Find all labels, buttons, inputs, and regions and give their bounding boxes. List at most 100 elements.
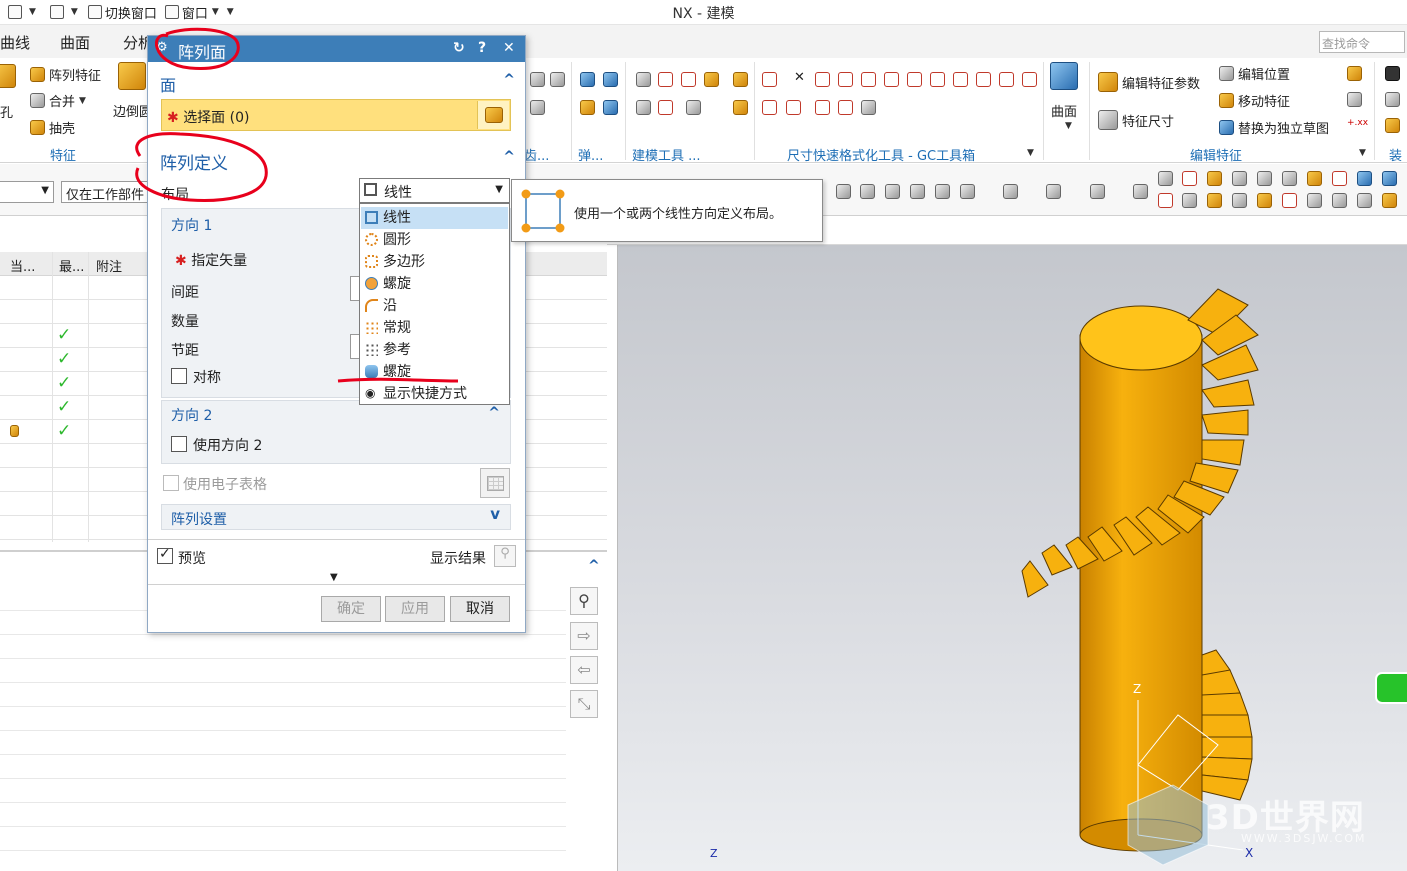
feature-dimension-button[interactable]: 特征尺寸 xyxy=(1098,110,1174,130)
pattern-settings-panel[interactable]: 阵列设置 v xyxy=(161,504,511,530)
shell-button[interactable]: 抽壳 xyxy=(30,118,75,137)
cut-icon[interactable] xyxy=(658,100,673,115)
hole-label[interactable]: 孔 xyxy=(0,102,13,121)
tolerance-icon[interactable] xyxy=(815,72,830,87)
layout-option-spiral[interactable]: 螺旋 xyxy=(361,273,508,295)
diameter-icon[interactable] xyxy=(838,100,853,115)
select-face-button[interactable] xyxy=(477,101,509,129)
arrow-left-icon[interactable]: ⇦ xyxy=(570,656,598,684)
apply-button[interactable]: 应用 xyxy=(385,596,445,622)
spring-icon[interactable] xyxy=(603,100,618,115)
datum-icon[interactable] xyxy=(762,72,777,87)
layout-option-helix[interactable]: 螺旋 xyxy=(361,361,508,383)
collapse-up-icon[interactable]: ^ xyxy=(488,405,500,421)
spreadsheet-icon[interactable] xyxy=(480,468,510,498)
collapse-up-icon[interactable]: ^ xyxy=(588,558,600,574)
chevron-down-icon[interactable]: ▼ xyxy=(495,184,503,195)
list-icon[interactable] xyxy=(580,72,595,87)
dimension-tools-label[interactable]: 尺寸快速格式化工具 - GC工具箱 xyxy=(787,145,975,164)
assembly-icon[interactable] xyxy=(1385,92,1400,107)
direction2-title[interactable]: 方向 2 xyxy=(171,405,212,425)
layout-option-circular[interactable]: 圆形 xyxy=(361,229,508,251)
snap-icon[interactable] xyxy=(1357,193,1372,208)
fit-view-icon[interactable] xyxy=(960,184,975,199)
reset-icon[interactable]: ↻ xyxy=(453,40,465,56)
spring-group-label[interactable]: 弹... xyxy=(578,145,603,164)
modeling-tools-label[interactable]: 建模工具 ... xyxy=(632,145,701,164)
tolerance-icon[interactable] xyxy=(838,72,853,87)
parts-icon[interactable] xyxy=(704,72,719,87)
show-result-search-icon[interactable]: ⚲ xyxy=(494,545,516,567)
symmetric-checkbox[interactable] xyxy=(171,368,187,384)
collapse-up-icon[interactable]: ^ xyxy=(503,72,515,88)
command-search-input[interactable]: 查找命令 xyxy=(1319,31,1405,53)
parts-icon[interactable] xyxy=(733,72,748,87)
help-icon[interactable]: ? xyxy=(478,40,486,56)
thread-icon[interactable] xyxy=(580,100,595,115)
layout-option-show-shortcuts[interactable]: ◉ 显示快捷方式 xyxy=(361,383,508,405)
triangle-icon[interactable] xyxy=(636,72,651,87)
view-icon[interactable] xyxy=(836,184,851,199)
ellipse-icon[interactable] xyxy=(1357,171,1372,186)
pen-icon[interactable] xyxy=(603,72,618,87)
graphics-window[interactable]: Z X Z 3D世界网 WWW.3DSJW.COM xyxy=(617,245,1407,871)
tool-icon[interactable] xyxy=(550,72,565,87)
snap-icon[interactable] xyxy=(1257,193,1272,208)
cylinder-icon[interactable] xyxy=(1257,171,1272,186)
tool-icon[interactable] xyxy=(1347,66,1362,81)
snap-icon[interactable] xyxy=(1207,193,1222,208)
dimension-icon[interactable] xyxy=(681,72,696,87)
surface-button[interactable]: 曲面 xyxy=(1051,101,1077,120)
view-icon[interactable] xyxy=(885,184,900,199)
preview-checkbox[interactable]: ✓ xyxy=(157,546,173,564)
fit-icon[interactable] xyxy=(953,72,968,87)
fit-icon[interactable] xyxy=(999,72,1014,87)
type-filter-combo[interactable]: ▼ xyxy=(0,181,54,203)
tool-icon[interactable] xyxy=(1347,92,1362,107)
pattern-feature-button[interactable]: 阵列特征 xyxy=(30,65,101,84)
cube-icon[interactable] xyxy=(935,184,950,199)
column-latest[interactable]: 最... xyxy=(59,256,84,275)
layout-option-reference[interactable]: 参考 xyxy=(361,339,508,361)
cube-icon[interactable] xyxy=(1046,184,1061,199)
chevron-down-icon[interactable]: ▼ xyxy=(1359,148,1366,158)
snap-icon[interactable] xyxy=(1307,193,1322,208)
tolerance-icon[interactable] xyxy=(686,100,701,115)
snap-icon[interactable] xyxy=(1332,193,1347,208)
chevron-down-icon[interactable]: v xyxy=(490,505,500,523)
measure-icon[interactable] xyxy=(786,100,801,115)
edit-feature-params-button[interactable]: 编辑特征参数 xyxy=(1098,72,1200,92)
tool-icon[interactable] xyxy=(530,72,545,87)
chevron-down-icon[interactable]: ▼ xyxy=(1065,121,1072,131)
view-icon[interactable] xyxy=(860,184,875,199)
select-face-row[interactable]: ✱ 选择面 (0) xyxy=(161,99,511,131)
edge-blend-icon[interactable] xyxy=(118,62,148,92)
layer-icon[interactable] xyxy=(1090,184,1105,199)
section-definition-title[interactable]: 阵列定义 xyxy=(160,149,228,174)
tab-surface[interactable]: 曲面 xyxy=(60,32,90,53)
cube-icon[interactable] xyxy=(910,184,925,199)
parts-icon[interactable] xyxy=(733,100,748,115)
snap-icon[interactable] xyxy=(1232,171,1247,186)
collapse-up-icon[interactable]: ^ xyxy=(503,149,515,165)
cancel-button[interactable]: 取消 xyxy=(450,596,510,622)
diameter-icon[interactable] xyxy=(815,100,830,115)
snap-icon[interactable] xyxy=(1382,193,1397,208)
snap-icon[interactable] xyxy=(1332,171,1347,186)
tolerance-icon[interactable] xyxy=(861,72,876,87)
section-face-title[interactable]: 面 xyxy=(160,72,176,96)
remove-params-icon[interactable]: +.xx xyxy=(1347,118,1368,128)
assembly-icon[interactable] xyxy=(1385,118,1400,133)
edit-position-button[interactable]: 编辑位置 xyxy=(1219,64,1290,83)
column-current[interactable]: 当... xyxy=(10,256,35,275)
snap-icon[interactable] xyxy=(1207,171,1222,186)
scope-filter-combo[interactable]: 仅在工作部件 xyxy=(61,181,151,203)
snap-icon[interactable] xyxy=(1182,171,1197,186)
shade-icon[interactable] xyxy=(1003,184,1018,199)
paren-x-icon[interactable] xyxy=(930,72,945,87)
fit-icon[interactable] xyxy=(976,72,991,87)
gear-group-label[interactable]: 齿... xyxy=(524,145,549,164)
layout-option-polygon[interactable]: 多边形 xyxy=(361,251,508,273)
dialog-title-bar[interactable]: ⚙ 阵列面 ↻ ? ✕ xyxy=(148,36,525,62)
chevron-down-icon[interactable]: ▼ xyxy=(79,96,86,106)
